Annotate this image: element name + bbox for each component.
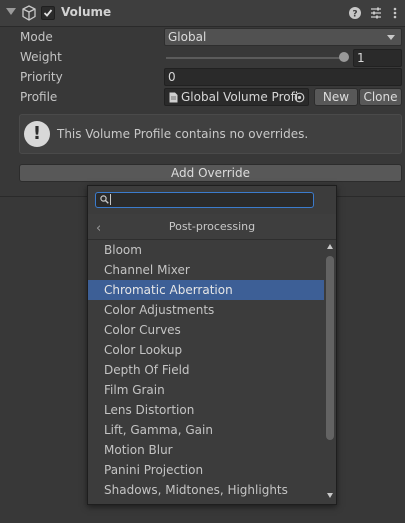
list-item[interactable]: Depth Of Field bbox=[88, 360, 324, 380]
info-icon: ! bbox=[24, 121, 50, 147]
list-item[interactable]: Film Grain bbox=[88, 380, 324, 400]
component-title: Volume bbox=[61, 5, 112, 19]
help-icon[interactable]: ? bbox=[348, 6, 362, 20]
priority-input[interactable]: 0 bbox=[164, 68, 402, 86]
new-profile-button[interactable]: New bbox=[314, 88, 358, 106]
weight-label: Weight bbox=[20, 50, 62, 64]
list-item[interactable]: Color Curves bbox=[88, 320, 324, 340]
profile-value: Global Volume Profi bbox=[181, 90, 299, 104]
list-item[interactable]: Lift, Gamma, Gain bbox=[88, 420, 324, 440]
cube-icon bbox=[22, 5, 36, 21]
weight-slider-track[interactable] bbox=[166, 57, 346, 59]
list-item[interactable]: Lens Distortion bbox=[88, 400, 324, 420]
component-enabled-checkbox[interactable] bbox=[41, 6, 55, 20]
list-item[interactable]: Panini Projection bbox=[88, 460, 324, 480]
list-item[interactable]: Chromatic Aberration bbox=[88, 280, 324, 300]
list-item[interactable]: Channel Mixer bbox=[88, 260, 324, 280]
mode-dropdown[interactable]: Global bbox=[164, 28, 402, 46]
override-list: Bloom Channel Mixer Chromatic Aberration Co… bbox=[88, 240, 324, 504]
search-input[interactable] bbox=[95, 192, 314, 208]
scroll-up-arrow-icon[interactable] bbox=[327, 244, 333, 249]
priority-label: Priority bbox=[20, 70, 63, 84]
profile-object-field[interactable]: Global Volume Profi bbox=[164, 88, 309, 106]
weight-input[interactable]: 1 bbox=[353, 49, 402, 67]
presets-sliders-icon[interactable] bbox=[369, 6, 383, 20]
list-item[interactable]: Motion Blur bbox=[88, 440, 324, 460]
svg-text:?: ? bbox=[352, 10, 357, 20]
scrollbar-thumb[interactable] bbox=[326, 256, 334, 440]
mode-value: Global bbox=[168, 30, 207, 44]
mode-label: Mode bbox=[20, 30, 53, 44]
list-item[interactable]: Color Lookup bbox=[88, 340, 324, 360]
help-text: This Volume Profile contains no override… bbox=[57, 127, 309, 141]
profile-asset-icon bbox=[169, 92, 178, 103]
weight-slider-thumb[interactable] bbox=[339, 52, 349, 62]
list-item[interactable]: Color Adjustments bbox=[88, 300, 324, 320]
add-override-button[interactable]: Add Override bbox=[19, 164, 402, 182]
weight-value: 1 bbox=[357, 51, 365, 65]
text-caret bbox=[110, 194, 111, 205]
list-item[interactable]: Shadows, Midtones, Highlights bbox=[88, 480, 324, 500]
chevron-down-icon bbox=[387, 35, 395, 40]
list-item[interactable]: Bloom bbox=[88, 240, 324, 260]
kebab-menu-icon[interactable] bbox=[388, 6, 402, 20]
foldout-arrow-icon[interactable] bbox=[6, 8, 16, 15]
category-title: Post-processing bbox=[168, 220, 256, 233]
priority-value: 0 bbox=[168, 70, 176, 84]
scroll-down-arrow-icon[interactable] bbox=[327, 493, 333, 498]
profile-label: Profile bbox=[20, 90, 58, 104]
checkmark-icon bbox=[43, 9, 53, 17]
clone-profile-button[interactable]: Clone bbox=[359, 88, 402, 106]
object-picker-icon[interactable] bbox=[294, 92, 305, 103]
search-icon bbox=[100, 195, 109, 204]
